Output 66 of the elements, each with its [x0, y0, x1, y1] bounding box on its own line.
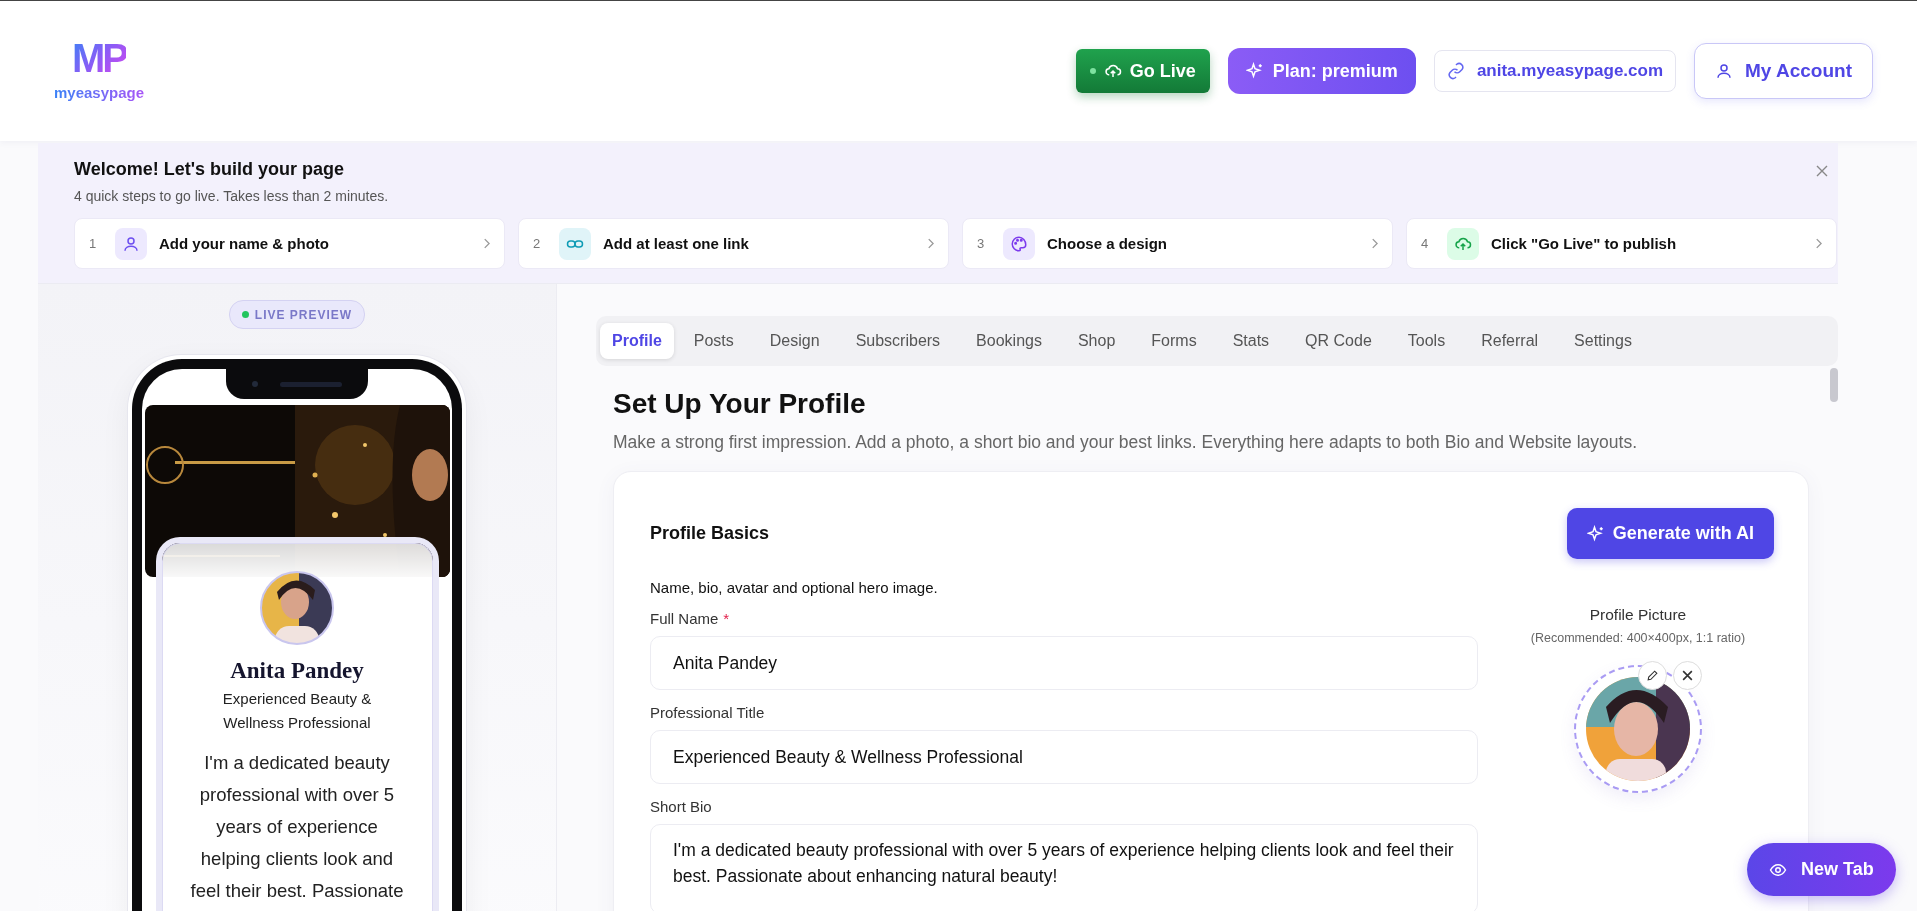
page-heading: Set Up Your Profile	[613, 388, 866, 420]
step-number: 3	[977, 236, 986, 251]
step-label: Add your name & photo	[159, 235, 330, 252]
tab[interactable]: QR Code	[1289, 323, 1388, 359]
tab[interactable]: Referral	[1465, 323, 1555, 359]
plan-button[interactable]: Plan: premium	[1227, 48, 1416, 94]
field-label: Professional Title	[650, 704, 765, 721]
close-icon[interactable]	[1816, 165, 1828, 177]
person-icon	[1715, 62, 1734, 80]
picture-title: Profile Picture	[1589, 606, 1687, 624]
picture-hint: (Recommended: 400×400px, 1:1 ratio)	[1530, 631, 1746, 645]
preview-name: Anita Pandey	[230, 658, 364, 684]
close-icon	[1681, 669, 1694, 682]
chevron-icon	[1815, 238, 1822, 249]
edit-button[interactable]	[1638, 661, 1667, 690]
card-description: Name, bio, avatar and optional hero image.	[650, 579, 939, 596]
tab[interactable]: Forms	[1135, 323, 1213, 359]
step-number: 4	[1421, 236, 1430, 251]
live-preview-badge: LIVE PREVIEW	[228, 300, 366, 329]
sparkle-icon	[1586, 524, 1605, 543]
scrollbar-thumb[interactable]	[1830, 368, 1838, 402]
text-area[interactable]: I'm a dedicated beauty professional with over 5 years of experience helping clients look and feel their best. Passionate about enhancing natural beauty!	[650, 824, 1478, 911]
chevron-icon	[927, 238, 934, 249]
generate-with-ai-button[interactable]: Generate with AI	[1566, 508, 1774, 559]
go-live-button[interactable]: Go Live	[1075, 49, 1210, 93]
tab[interactable]: Bookings	[960, 323, 1058, 359]
welcome-subtitle: 4 quick steps to go live. Takes less than 2 minutes.	[74, 188, 389, 204]
palette-icon	[1010, 234, 1028, 253]
step-card[interactable]: 1 Add your name & photo	[74, 218, 505, 269]
page-subtitle: Make a strong first impression. Add a photo, a short bio and your best links. Everything here adapts to both Bio and Website layouts.	[613, 432, 1637, 453]
remove-button[interactable]	[1673, 661, 1702, 690]
chevron-icon	[1371, 238, 1378, 249]
cloud-upload-icon	[1103, 62, 1122, 80]
new-tab-button[interactable]: New Tab	[1747, 843, 1896, 896]
page-url-link[interactable]: anita.myeasypage.com	[1433, 50, 1677, 92]
welcome-title: Welcome! Let's build your page	[74, 159, 345, 180]
tab[interactable]: Profile	[600, 323, 674, 359]
link-icon	[1446, 62, 1465, 80]
preview-title: Experienced Beauty & Wellness Professional	[221, 689, 373, 733]
my-account-button[interactable]: My Account	[1694, 43, 1873, 99]
field-label: Full Name	[650, 610, 719, 627]
field-label: Short Bio	[650, 798, 712, 815]
step-label: Choose a design	[1047, 235, 1169, 252]
pencil-icon	[1646, 669, 1659, 682]
tab[interactable]: Subscribers	[839, 323, 957, 359]
tab[interactable]: Shop	[1061, 323, 1132, 359]
step-number: 2	[533, 236, 542, 251]
tab[interactable]: Design	[753, 323, 836, 359]
required-mark: *	[723, 610, 730, 627]
tab[interactable]: Stats	[1216, 323, 1286, 359]
chevron-icon	[483, 238, 490, 249]
tab[interactable]: Settings	[1558, 323, 1648, 359]
input-field[interactable]: Anita Pandey	[650, 636, 1478, 690]
step-label: Click "Go Live" to publish	[1491, 235, 1678, 252]
step-card[interactable]: 3 Choose a design	[962, 218, 1393, 269]
step-label: Add at least one link	[603, 235, 750, 252]
tab[interactable]: Tools	[1391, 323, 1462, 359]
card-title: Profile Basics	[650, 523, 770, 544]
preview-bio: I'm a dedicated beauty professional with over 5 years of experience helping clients look and feel their best. Passionate	[189, 751, 405, 903]
sparkle-icon	[1245, 62, 1264, 80]
step-card[interactable]: 4 Click "Go Live" to publish	[1406, 218, 1837, 269]
step-number: 1	[89, 236, 98, 251]
input-field[interactable]: Experienced Beauty & Wellness Professional	[650, 730, 1478, 784]
tab[interactable]: Posts	[677, 323, 750, 359]
person-icon	[122, 234, 140, 253]
step-card[interactable]: 2 Add at least one link	[518, 218, 949, 269]
